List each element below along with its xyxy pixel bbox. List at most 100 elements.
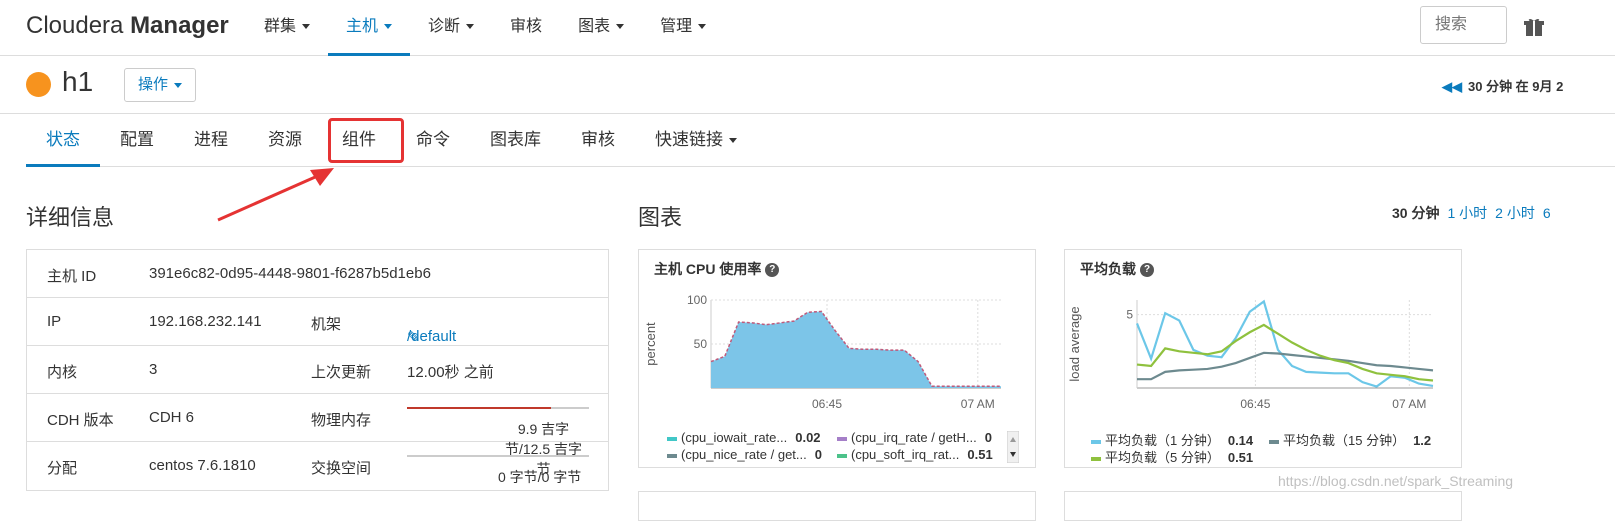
time-range-links: 30 分钟 1 小时 2 小时 6 [1392, 203, 1559, 223]
usage-text: 0 字节/0 字节 [498, 469, 582, 485]
tab-5[interactable]: 命令 [396, 114, 470, 167]
detail-value: 192.168.232.141 [149, 313, 262, 330]
details-row: CDH 版本 CDH 6 物理内存 9.9 吉字节/12.5 吉字节 [27, 394, 608, 477]
load-average-chart-card: 平均负载? 5 06:45 07 AM load average 平均负载（1 分钟）… [1064, 249, 1462, 468]
actions-label: 操作 [137, 76, 168, 93]
y-tick-label: 100 [687, 293, 707, 307]
details-title: 详细信息 [26, 205, 115, 230]
tab-1[interactable]: 配置 [100, 114, 174, 167]
legend-name: (cpu_irq_rate / getH... [851, 430, 977, 445]
detail-key: IP [47, 313, 62, 330]
tab-label: 配置 [120, 130, 154, 149]
details-row: 主机 ID 391e6c82-0d95-4448-9801-f6287b5d1eb… [27, 250, 608, 298]
nav-item-label: 审核 [510, 18, 543, 35]
legend-item: (cpu_soft_irq_rat... 0.51 [837, 447, 993, 462]
x-tick-label: 06:45 [812, 397, 842, 411]
host-name: h1 [62, 66, 94, 97]
actions-button[interactable]: 操作 [124, 68, 196, 102]
app-logo[interactable]: Cloudera Manager [26, 12, 229, 40]
chevron-down-icon [698, 24, 707, 30]
tab-label: 审核 [581, 130, 615, 149]
x-tick-label: 06:45 [1240, 397, 1270, 411]
nav-item-2[interactable]: 诊断 [410, 0, 492, 54]
cpu-chart-title: 主机 CPU 使用率 [654, 261, 762, 277]
legend-swatch [837, 453, 847, 458]
chevron-down-icon [466, 24, 475, 30]
brand-bold: Manager [130, 12, 229, 39]
chart-title: 平均负载? [1080, 259, 1154, 279]
chevron-down-icon [384, 24, 393, 30]
legend-name: 平均负载（1 分钟） [1105, 433, 1220, 448]
pencil-icon[interactable]: ✎ [407, 328, 420, 346]
detail-value: centos 7.6.1810 [149, 457, 256, 474]
usage-track [407, 455, 589, 457]
legend-value: 0 [814, 447, 822, 462]
legend-value: 1.2 [1413, 433, 1432, 448]
tab-6[interactable]: 图表库 [470, 114, 561, 167]
help-icon[interactable]: ? [1140, 263, 1154, 278]
chevron-down-icon [729, 138, 737, 144]
x-tick-label: 07 AM [1392, 397, 1426, 411]
y-axis-label: load average [1067, 306, 1082, 381]
usage-track [407, 407, 589, 409]
load-series-line [1136, 323, 1434, 382]
load-chart-title: 平均负载 [1080, 261, 1136, 277]
gift-icon[interactable] [1524, 18, 1544, 36]
nav-item-label: 诊断 [428, 18, 461, 35]
legend-value: 0 [984, 430, 992, 445]
legend-value: 0.02 [795, 430, 821, 445]
nav-item-label: 管理 [660, 18, 693, 35]
legend-item: 平均负载（15 分钟） 1.2 [1269, 430, 1431, 449]
time-range-text: 30 分钟 在 9月 2 [1468, 79, 1564, 94]
legend-item: 平均负载（5 分钟） 0.51 [1091, 447, 1253, 466]
nav-item-3[interactable]: 审核 [492, 0, 560, 54]
tab-8[interactable]: 快速链接 [635, 114, 757, 167]
rewind-icon[interactable]: ◀◀ [1442, 79, 1462, 94]
legend-name: (cpu_soft_irq_rat... [851, 447, 960, 462]
time-range-option[interactable]: 30 分钟 [1392, 205, 1439, 221]
detail-value: CDH 6 [149, 409, 195, 426]
memory-usage-bar: 9.9 吉字节/12.5 吉字节 [407, 404, 589, 477]
legend-swatch [667, 436, 677, 441]
chart-title: 主机 CPU 使用率? [654, 259, 780, 279]
search-input[interactable] [1420, 6, 1507, 44]
health-status-icon [26, 72, 51, 97]
nav-item-1[interactable]: 主机 [328, 0, 411, 56]
legend-swatch [837, 436, 847, 441]
detail-key: 上次更新 [311, 364, 372, 381]
tab-0[interactable]: 状态 [26, 114, 100, 167]
nav-item-4[interactable]: 图表 [560, 0, 642, 54]
legend-item: (cpu_irq_rate / getH... 0 [837, 430, 992, 445]
chevron-down-icon [174, 82, 182, 88]
y-axis-label: percent [643, 322, 658, 366]
details-row: 内核 3 上次更新 12.00秒 之前 [27, 346, 608, 394]
legend-name: 平均负载（15 分钟） [1283, 433, 1406, 448]
detail-value: 391e6c82-0d95-4448-9801-f6287b5d1eb6 [149, 265, 431, 282]
detail-key: 主机 ID [47, 268, 97, 285]
chart-card-partial [1064, 491, 1462, 521]
legend-scroll-icon[interactable] [1007, 431, 1019, 463]
time-range-option[interactable]: 2 小时 [1495, 205, 1535, 221]
time-range-option[interactable]: 1 小时 [1447, 205, 1487, 221]
host-header: h1 操作 ◀◀ 30 分钟 在 9月 2 [0, 56, 1615, 114]
details-row: IP 192.168.232.141 机架/default ✎ [27, 298, 608, 346]
time-range-control[interactable]: ◀◀ 30 分钟 在 9月 2 [1442, 76, 1563, 95]
tab-7[interactable]: 审核 [561, 114, 635, 167]
help-icon[interactable]: ? [765, 263, 780, 278]
time-range-option[interactable]: 6 [1543, 205, 1551, 221]
legend-swatch [667, 453, 677, 458]
chevron-down-icon [302, 24, 311, 30]
legend-name: (cpu_nice_rate / get... [681, 447, 807, 462]
details-table: 主机 ID 391e6c82-0d95-4448-9801-f6287b5d1eb… [26, 249, 609, 491]
x-tick-label: 07 AM [961, 397, 995, 411]
y-tick-label: 50 [694, 337, 708, 351]
detail-key: 机架 [311, 316, 342, 333]
detail-value: 12.00秒 之前 [407, 364, 494, 381]
legend-swatch [1091, 439, 1101, 444]
main-nav: 群集 主机 诊断 审核 图表 管理 [246, 0, 724, 56]
nav-item-label: 群集 [264, 18, 297, 35]
details-row: 分配 centos 7.6.1810 交换空间 0 字节/0 字节 [27, 442, 608, 490]
detail-key: 内核 [47, 364, 78, 381]
nav-item-0[interactable]: 群集 [246, 0, 328, 54]
nav-item-5[interactable]: 管理 [642, 0, 724, 54]
